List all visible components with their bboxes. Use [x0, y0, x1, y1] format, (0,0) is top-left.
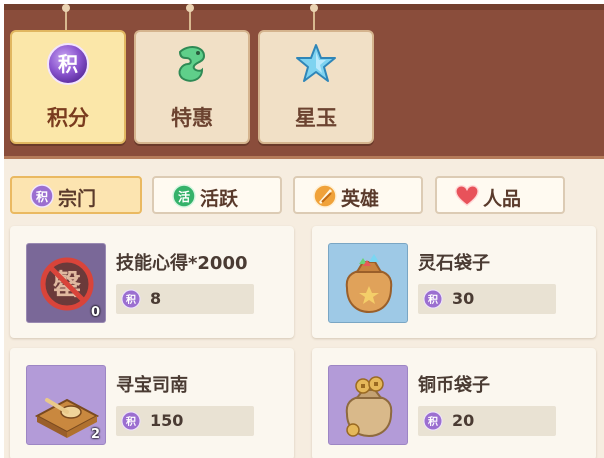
filter-label: 宗门 [58, 188, 97, 210]
svg-text:积: 积 [428, 293, 438, 306]
item-name: 灵石袋子 [418, 253, 490, 274]
tab-star-jade[interactable]: 星玉 [258, 4, 374, 144]
item-thumbnail: 罄 0 [26, 243, 106, 323]
hero-blades-icon [313, 184, 337, 208]
hanging-string [62, 4, 70, 30]
filter-activity[interactable]: 活 活跃 [152, 176, 282, 214]
item-name: 铜币袋子 [418, 375, 490, 396]
price-bar: 积 30 [418, 284, 556, 314]
price-bar: 积 150 [116, 406, 254, 436]
item-price: 150 [150, 411, 184, 430]
item-thumbnail: 2 [26, 365, 106, 445]
svg-text:活: 活 [178, 189, 190, 204]
filter-character[interactable]: 人品 [435, 176, 565, 214]
shop-item-card[interactable]: 铜币袋子 积 20 [312, 348, 596, 458]
shop-item-card[interactable]: 罄 0 技能心得*2000 积 8 [10, 226, 294, 338]
item-count: 0 [90, 305, 100, 320]
points-orb-icon: 积 [47, 43, 89, 85]
item-thumbnail [328, 243, 408, 323]
svg-text:积: 积 [126, 415, 136, 428]
spirit-stone-bag-icon [345, 254, 393, 314]
points-coin-icon: 积 [423, 289, 443, 309]
item-name: 寻宝司南 [116, 375, 188, 396]
points-coin-icon: 积 [121, 289, 141, 309]
svg-text:积: 积 [126, 293, 136, 306]
item-thumbnail [328, 365, 408, 445]
hanging-string [310, 4, 318, 30]
filter-label: 人品 [483, 188, 522, 210]
filter-label: 活跃 [200, 188, 239, 210]
activity-badge-icon: 活 [172, 184, 196, 208]
points-coin-icon: 积 [121, 411, 141, 431]
item-price: 20 [452, 411, 475, 430]
item-price: 8 [150, 289, 162, 308]
points-coin-icon: 积 [423, 411, 443, 431]
item-count: 2 [90, 427, 100, 442]
shop-panel: 积 积分 特惠 星玉 积 宗门 活 活跃 英雄 人品 0 技能心得*2000 积… [4, 4, 604, 458]
tab-special-offer[interactable]: 特惠 [134, 4, 250, 144]
tab-label: 特惠 [171, 106, 213, 130]
points-coin-icon: 积 [30, 184, 54, 208]
svg-text:积: 积 [36, 189, 48, 204]
price-bar: 积 8 [116, 284, 254, 314]
price-bar: 积 20 [418, 406, 556, 436]
filter-label: 英雄 [341, 188, 380, 210]
jade-dragon-icon [178, 46, 206, 82]
star-jade-icon [296, 44, 336, 82]
item-name: 技能心得*2000 [116, 253, 248, 274]
tab-label: 积分 [47, 106, 89, 130]
filter-sect[interactable]: 积 宗门 [10, 176, 142, 214]
svg-text:积: 积 [428, 415, 438, 428]
shop-header: 积 积分 特惠 星玉 [4, 4, 604, 159]
heart-icon [455, 185, 479, 207]
orb-glyph: 积 [58, 52, 78, 76]
shop-item-card[interactable]: 灵石袋子 积 30 [312, 226, 596, 338]
tab-label: 星玉 [295, 106, 337, 130]
shop-item-card[interactable]: 2 寻宝司南 积 150 [10, 348, 294, 458]
tab-points[interactable]: 积 积分 [10, 4, 126, 144]
item-price: 30 [452, 289, 475, 308]
hanging-string [186, 4, 194, 30]
filter-hero[interactable]: 英雄 [293, 176, 423, 214]
copper-coin-bag-icon [345, 376, 393, 438]
